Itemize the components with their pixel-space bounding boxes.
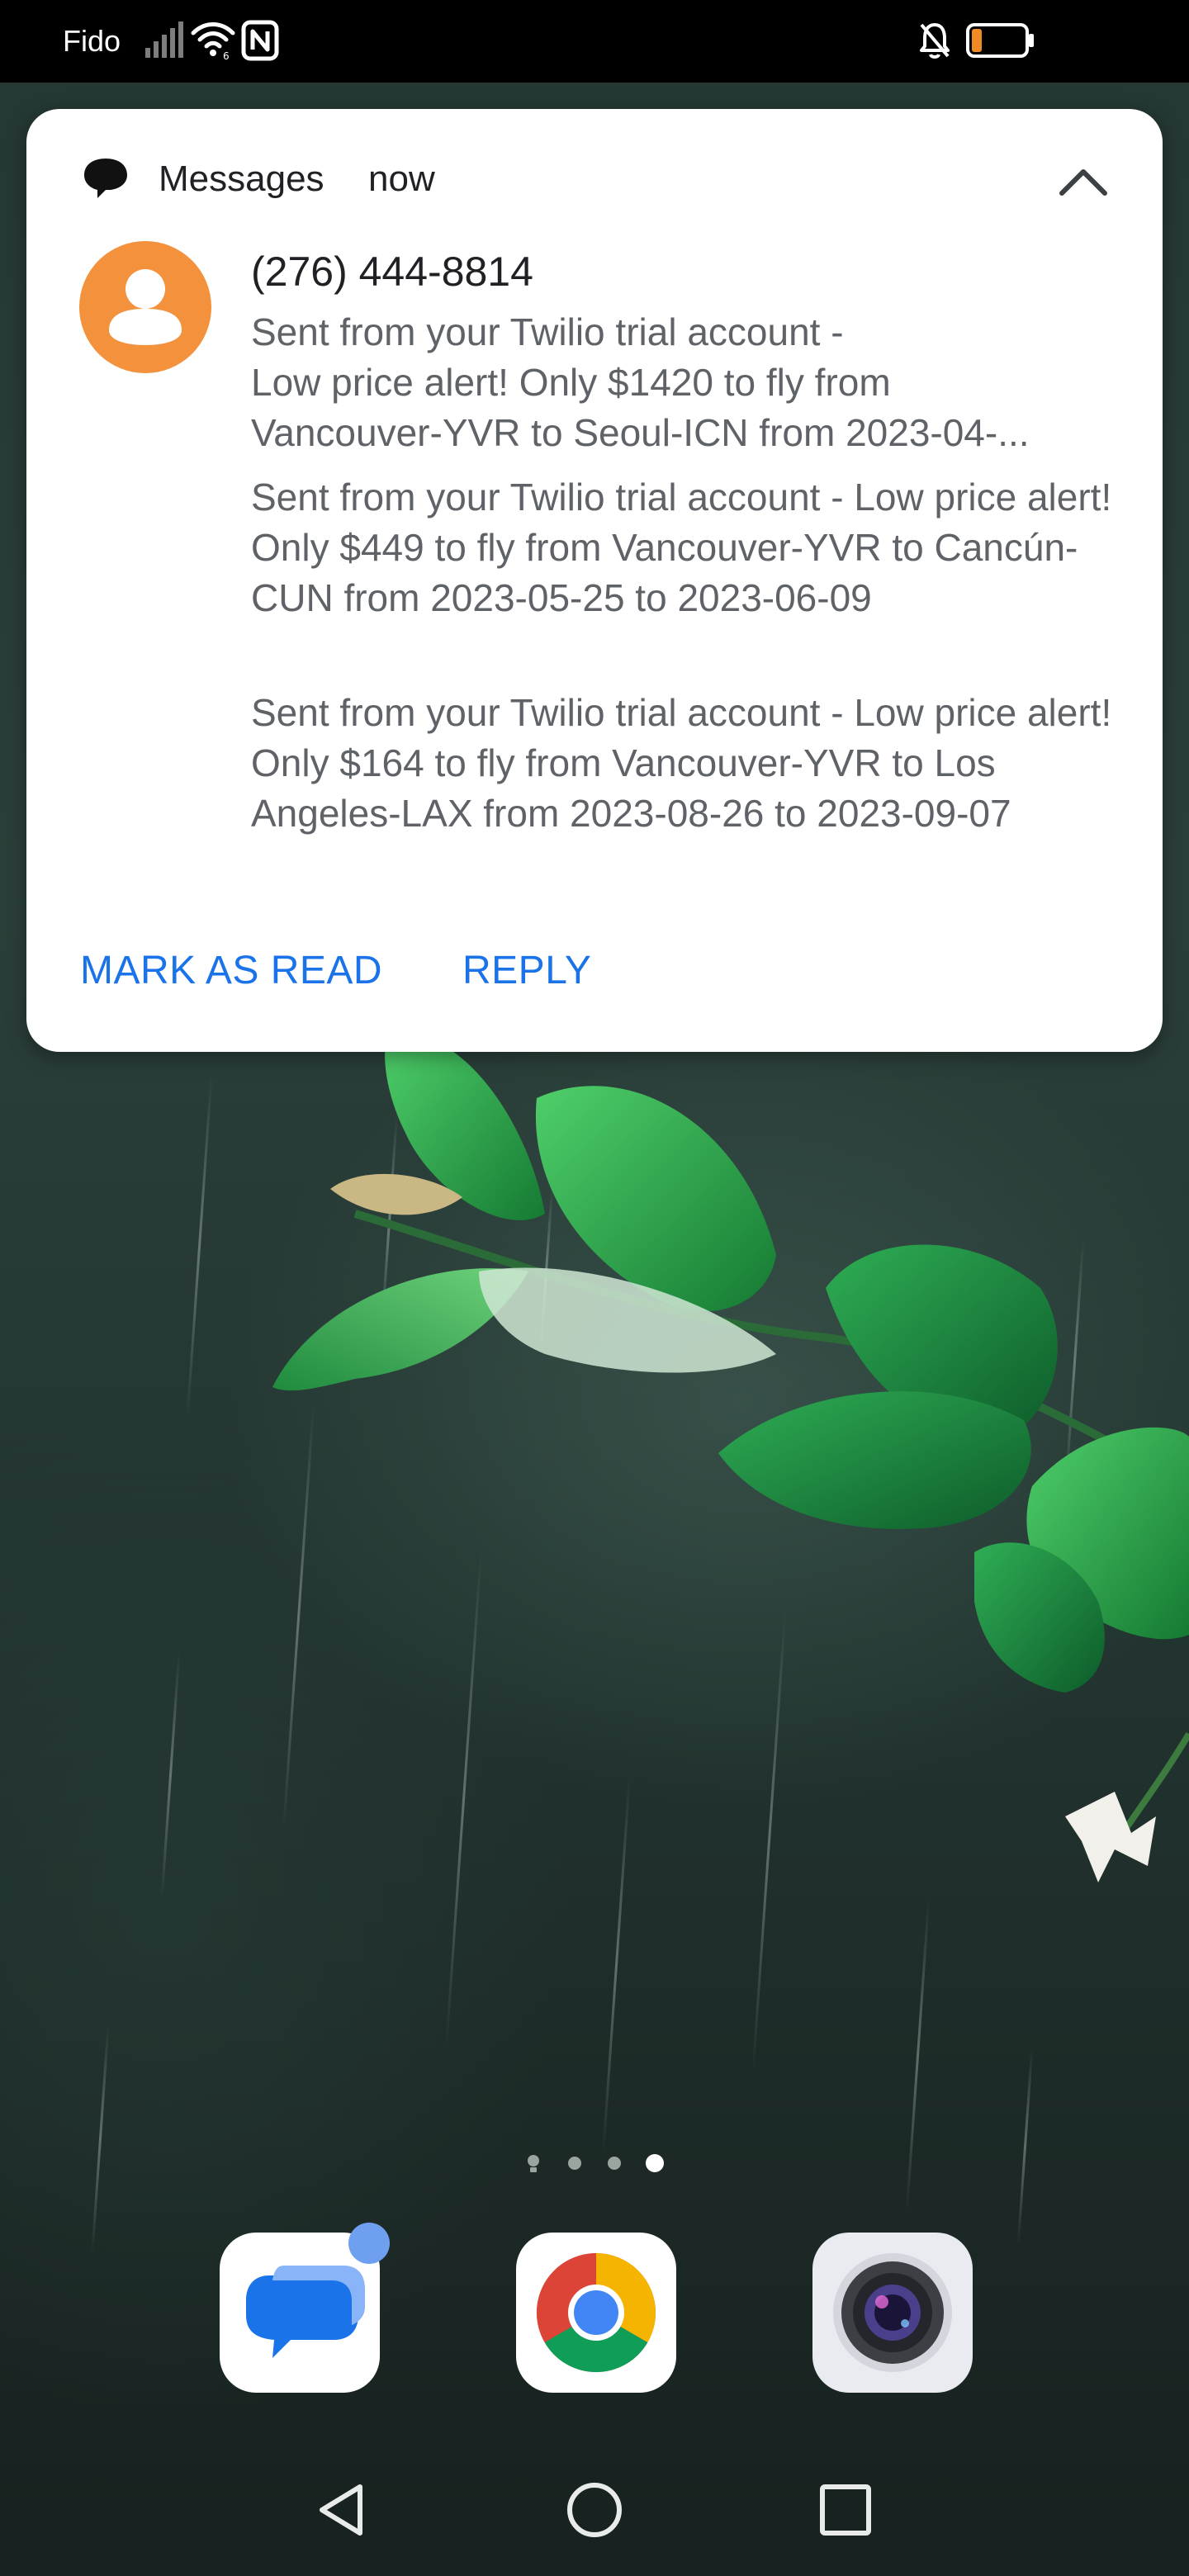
notification-time: now <box>368 159 435 199</box>
person-icon <box>109 269 182 345</box>
signal-icon <box>145 21 183 58</box>
page-dot <box>568 2157 581 2170</box>
rain-streak <box>1016 2048 1034 2246</box>
camera-icon <box>833 2253 952 2372</box>
page-dot <box>608 2157 621 2170</box>
rain-streak <box>91 2023 110 2254</box>
dock-chrome-app[interactable] <box>516 2233 676 2393</box>
notification-header: Messages now <box>26 109 1163 233</box>
message-text: Sent from your Twilio trial account - Lo… <box>251 476 1112 619</box>
home-icon <box>567 2483 622 2537</box>
status-bar: Fido 6 <box>0 0 1189 83</box>
chrome-icon <box>536 2253 656 2373</box>
reply-button[interactable]: REPLY <box>462 946 591 996</box>
home-button[interactable] <box>561 2477 628 2543</box>
page-dot-active <box>646 2154 664 2172</box>
carrier-name: Fido <box>63 24 121 58</box>
recents-button[interactable] <box>812 2477 879 2543</box>
app-name: Messages <box>159 159 324 199</box>
sender-phone-number: (276) 444-8814 <box>251 249 533 295</box>
message-line: Vancouver-YVR to Seoul-ICN from 2023-04-… <box>251 411 1030 454</box>
svg-text:6: 6 <box>223 50 230 59</box>
back-icon <box>320 2484 362 2536</box>
chevron-up-icon <box>1059 169 1107 196</box>
lightbulb-icon <box>528 2155 539 2172</box>
mark-as-read-button[interactable]: MARK AS READ <box>80 946 382 996</box>
notification-badge <box>348 2223 390 2264</box>
dock-camera-app[interactable] <box>812 2233 973 2393</box>
messages-app-icon <box>84 159 127 198</box>
back-button[interactable] <box>309 2477 375 2543</box>
message-line: Low price alert! Only $1420 to fly from <box>251 361 891 404</box>
collapse-button[interactable] <box>1050 152 1116 210</box>
notifications-off-icon <box>920 23 950 59</box>
message-line: Sent from your Twilio trial account - <box>251 310 844 353</box>
nfc-icon <box>241 20 279 61</box>
wifi-icon: 6 <box>191 22 235 59</box>
battery-icon <box>966 23 1034 58</box>
notification-card[interactable]: Messages now (276) 444-8814 Sent from yo… <box>26 109 1163 1052</box>
message-text: Sent from your Twilio trial account - Lo… <box>251 691 1112 835</box>
leaf-branch-illustration <box>272 1031 1189 1882</box>
recents-icon <box>820 2484 871 2536</box>
rain-streak <box>905 1899 931 2213</box>
message-text: Sent from your Twilio trial account - Lo… <box>251 307 1135 458</box>
avatar <box>79 241 211 373</box>
